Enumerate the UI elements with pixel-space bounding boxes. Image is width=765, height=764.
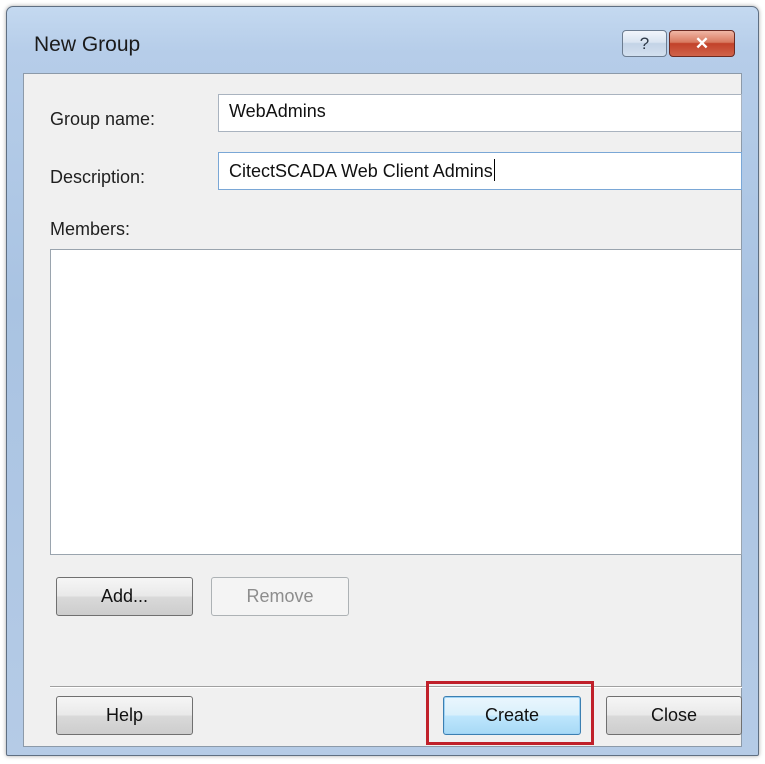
dialog-body: Group name: WebAdmins Description: Citec… [23, 73, 742, 747]
help-button-label: Help [105, 705, 144, 725]
close-button[interactable]: Close [606, 696, 742, 735]
help-button[interactable]: Help [56, 696, 193, 735]
description-input[interactable]: CitectSCADA Web Client Admins [218, 152, 742, 190]
description-label: Description: [50, 167, 146, 187]
remove-button-label: Remove [246, 586, 314, 606]
group-name-value: WebAdmins [229, 101, 326, 121]
close-button-label: Close [650, 705, 698, 725]
members-label: Members: [50, 219, 131, 239]
help-icon: ? [639, 33, 650, 53]
create-highlight-box [426, 681, 594, 745]
add-button-label: Add... [100, 586, 149, 606]
add-member-button[interactable]: Add... [56, 577, 193, 616]
text-caret [493, 159, 495, 181]
group-name-input[interactable]: WebAdmins [218, 94, 742, 132]
title-bar[interactable]: New Group ? ✕ [7, 7, 758, 73]
new-group-dialog: New Group ? ✕ Group name: WebAdmins Desc… [6, 6, 759, 756]
description-value: CitectSCADA Web Client Admins [229, 161, 493, 181]
separator [50, 686, 742, 688]
remove-member-button[interactable]: Remove [211, 577, 349, 616]
title-help-button[interactable]: ? [622, 30, 667, 57]
group-name-label: Group name: [50, 109, 156, 129]
title-close-button[interactable]: ✕ [669, 30, 735, 57]
members-list[interactable] [50, 249, 742, 555]
close-icon: ✕ [694, 33, 710, 53]
dialog-title: New Group [34, 33, 141, 56]
